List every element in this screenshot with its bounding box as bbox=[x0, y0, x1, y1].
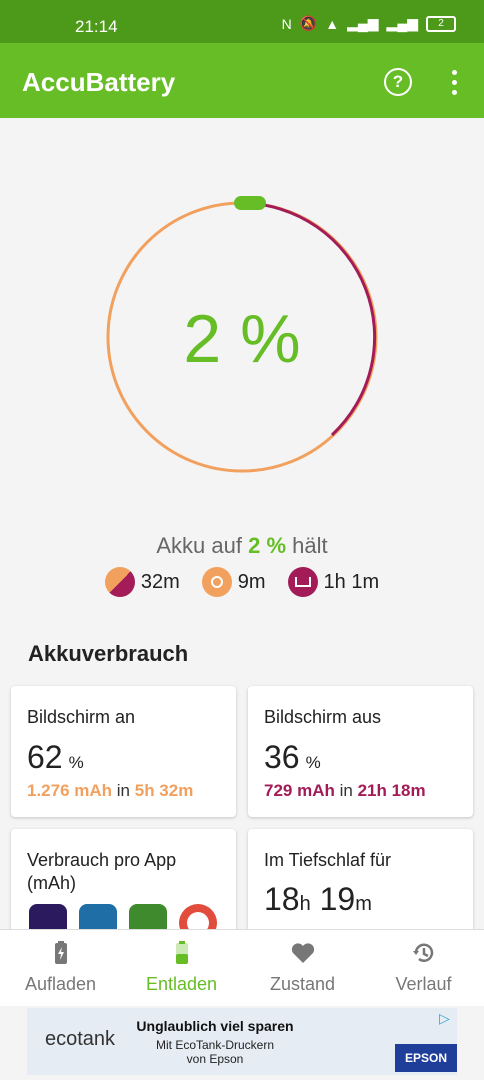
sleep-icon bbox=[287, 567, 318, 597]
charging-battery-icon bbox=[55, 941, 67, 964]
status-icons: N 🔕 ▲ ▂▄▆ ▂▄▆ 2 bbox=[282, 15, 456, 32]
ad-brand: ecotank bbox=[45, 1028, 116, 1050]
tab-aufladen[interactable]: Aufladen bbox=[0, 930, 121, 1006]
estimate-sleep: 1h 1m bbox=[287, 567, 379, 597]
mixed-usage-icon bbox=[104, 567, 135, 597]
estimate-mixed: 32m bbox=[104, 567, 180, 597]
screen-off-card[interactable]: Bildschirm aus 36% 729 mAh in 21h 18m bbox=[248, 686, 473, 817]
deep-sleep-card[interactable]: Im Tiefschlaf für 18h 19m bbox=[248, 829, 473, 939]
ad-headline: Unglaublich viel sparen bbox=[136, 1018, 294, 1034]
help-circle-icon[interactable]: ? bbox=[384, 68, 412, 96]
battery-percent: 2 % bbox=[183, 301, 301, 377]
hold-estimates: 32m 9m 1h 1m bbox=[0, 567, 484, 597]
tab-entladen[interactable]: Entladen bbox=[121, 930, 242, 1006]
signal-icon: ▂▄▆ bbox=[347, 15, 379, 31]
battery-status-icon: 2 bbox=[426, 15, 456, 32]
bottom-navigation: Aufladen Entladen Zustand Verlauf bbox=[0, 929, 484, 1006]
adchoices-icon[interactable]: ▷ bbox=[439, 1010, 455, 1026]
hold-text: Akku auf 2 % hält bbox=[156, 533, 328, 558]
wifi-icon: ▲ bbox=[325, 15, 340, 32]
more-vert-icon[interactable] bbox=[445, 70, 463, 96]
app-bar: AccuBattery ? bbox=[0, 43, 484, 118]
usage-section-title: Akkuverbrauch bbox=[28, 641, 189, 666]
history-icon bbox=[413, 943, 434, 962]
hold-value: 2 % bbox=[248, 533, 287, 558]
signal-icon-2: ▂▄▆ bbox=[386, 15, 418, 31]
status-time: 21:14 bbox=[75, 17, 118, 36]
sun-icon bbox=[201, 567, 232, 597]
heart-icon bbox=[291, 943, 315, 963]
tab-zustand[interactable]: Zustand bbox=[242, 930, 363, 1006]
tab-verlauf[interactable]: Verlauf bbox=[363, 930, 484, 1006]
estimate-screen-on: 9m bbox=[201, 567, 266, 597]
status-bar: 21:14 N 🔕 ▲ ▂▄▆ ▂▄▆ 2 bbox=[0, 0, 484, 43]
ad-subline: Mit EcoTank-Druckern von Epson bbox=[155, 1038, 275, 1066]
discharging-battery-icon bbox=[176, 941, 188, 964]
ad-banner[interactable]: ecotank Unglaublich viel sparen Mit EcoT… bbox=[27, 1008, 457, 1075]
screen-on-card[interactable]: Bildschirm an 62% 1.276 mAh in 5h 32m bbox=[11, 686, 236, 817]
mute-icon: 🔕 bbox=[299, 15, 318, 31]
nfc-icon: N bbox=[281, 15, 292, 32]
ad-logo: EPSON bbox=[395, 1044, 457, 1072]
app-title: AccuBattery bbox=[22, 67, 176, 97]
per-app-card[interactable]: Verbrauch pro App (mAh) bbox=[11, 829, 236, 939]
